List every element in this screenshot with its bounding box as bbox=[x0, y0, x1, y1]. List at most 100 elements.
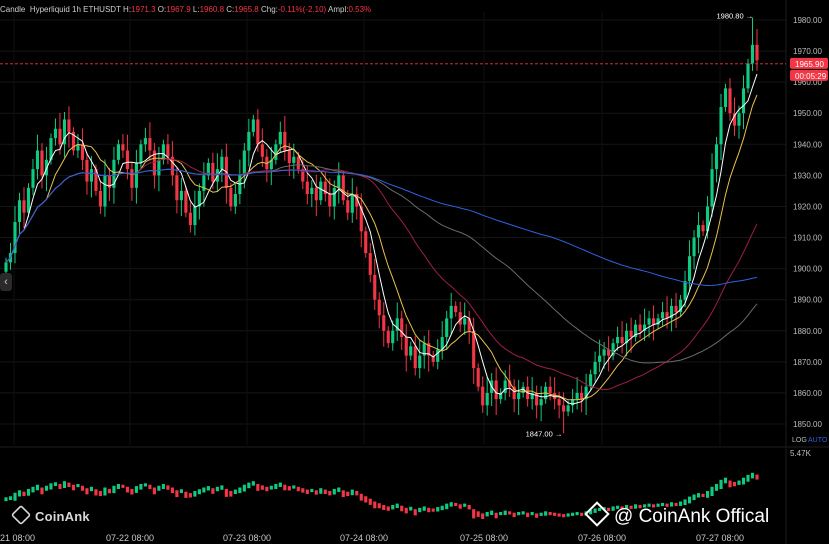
volume-bar bbox=[755, 474, 759, 480]
candle-body bbox=[85, 159, 89, 182]
coinank-logo-icon bbox=[10, 504, 32, 526]
volume-bar bbox=[705, 491, 710, 498]
volume-bar bbox=[116, 484, 120, 489]
current-price-label: 1965.90 bbox=[795, 60, 824, 69]
volume-bar bbox=[323, 489, 327, 494]
candle-body bbox=[692, 237, 696, 257]
candle-body bbox=[463, 318, 467, 325]
amplitude-value: 0.53% bbox=[348, 5, 372, 14]
x-tick-label: 07-22 08:00 bbox=[106, 533, 154, 543]
candle-body bbox=[247, 131, 251, 151]
volume-bar bbox=[503, 510, 507, 515]
candle-body bbox=[701, 225, 705, 232]
volume-bar bbox=[269, 485, 273, 490]
volume-bar bbox=[427, 507, 431, 513]
volume-bar bbox=[548, 512, 552, 516]
candle-body bbox=[737, 113, 741, 126]
candle-body bbox=[251, 119, 255, 132]
candle-body bbox=[130, 169, 134, 188]
candle-body bbox=[229, 187, 233, 207]
volume-bar bbox=[134, 486, 138, 493]
candle-body bbox=[53, 128, 58, 139]
candle-body bbox=[220, 156, 224, 170]
candle-body bbox=[89, 169, 94, 182]
y-tick-label: 1970.00 bbox=[793, 47, 822, 56]
volume-bar bbox=[728, 480, 732, 488]
volume-bar bbox=[355, 491, 359, 496]
volume-bar bbox=[229, 491, 233, 497]
ohlc-header: Candle Hyperliquid 1h ETHUSDT H:1971.3 O… bbox=[0, 5, 372, 14]
volume-bar bbox=[692, 494, 696, 501]
volume-bar bbox=[436, 507, 440, 512]
volume-bar bbox=[35, 484, 40, 491]
candle-body bbox=[445, 318, 449, 337]
candle-body bbox=[233, 194, 237, 207]
volume-bar bbox=[368, 498, 372, 505]
volume-bar bbox=[332, 488, 336, 495]
candle-body bbox=[80, 144, 85, 160]
candle-body bbox=[719, 107, 723, 145]
candle-body bbox=[476, 368, 480, 387]
volume-bar bbox=[274, 484, 278, 489]
volume-bar bbox=[364, 496, 368, 503]
candle-body bbox=[575, 392, 579, 400]
volume-bar bbox=[17, 490, 22, 497]
chart-type-label[interactable]: Candle bbox=[0, 5, 25, 14]
volume-bar bbox=[112, 485, 116, 494]
volume-bar bbox=[535, 513, 539, 518]
candle-body bbox=[683, 281, 687, 300]
candle-body bbox=[125, 150, 129, 170]
candle-body bbox=[454, 305, 458, 313]
candle-body bbox=[481, 386, 485, 406]
volume-bar bbox=[233, 489, 237, 494]
volume-bar bbox=[490, 510, 494, 515]
volume-bar bbox=[4, 497, 8, 502]
volume-bar bbox=[544, 511, 548, 516]
candle-body bbox=[67, 119, 71, 132]
candle-body bbox=[121, 144, 125, 151]
candle-body bbox=[517, 392, 521, 400]
candle-body bbox=[593, 361, 597, 375]
volume-bar bbox=[341, 490, 345, 498]
candle-body bbox=[674, 305, 678, 313]
volume-bar bbox=[62, 481, 67, 488]
volume-bar bbox=[418, 507, 422, 513]
candle-body bbox=[58, 128, 62, 145]
volume-bar bbox=[251, 481, 255, 486]
volume-bar bbox=[94, 489, 98, 496]
candle-body bbox=[161, 144, 165, 160]
volume-bar bbox=[76, 484, 80, 488]
scroll-left-button[interactable]: ‹ bbox=[0, 273, 12, 291]
candle-body bbox=[418, 355, 422, 369]
volume-bar bbox=[445, 503, 449, 510]
x-tick-label: 07-24 08:00 bbox=[340, 533, 388, 543]
candle-body bbox=[472, 330, 476, 369]
candle-body bbox=[31, 169, 35, 188]
volume-bar bbox=[737, 480, 741, 485]
volume-bar bbox=[157, 485, 161, 491]
volume-bar bbox=[161, 484, 165, 489]
volume-bar bbox=[71, 484, 76, 491]
y-tick-label: 1860.00 bbox=[793, 389, 822, 398]
volume-bar bbox=[8, 496, 13, 501]
candle-body bbox=[310, 187, 314, 195]
volume-bar bbox=[107, 488, 112, 494]
volume-bar bbox=[238, 487, 242, 494]
volume-bar bbox=[512, 512, 516, 518]
volume-bar bbox=[413, 509, 417, 516]
volume-bar bbox=[184, 491, 188, 498]
close-value: 1965.8 bbox=[234, 5, 259, 14]
candle-body bbox=[386, 330, 390, 344]
candle-body bbox=[629, 330, 633, 337]
candle-body bbox=[566, 405, 570, 412]
volume-bar bbox=[265, 486, 269, 492]
x-tick-label: 07-26 08:00 bbox=[578, 533, 626, 543]
volume-bar bbox=[166, 485, 170, 490]
candle-body bbox=[449, 305, 453, 319]
candlestick-chart[interactable]: 1850.00 1860.00 1870.00 1880.00 1890.00 1900.… bbox=[0, 0, 829, 544]
volume-bar bbox=[440, 505, 444, 511]
candle-body bbox=[602, 349, 606, 356]
volume-bar bbox=[400, 505, 404, 512]
volume-bar bbox=[386, 506, 390, 511]
volume-bar bbox=[562, 514, 566, 518]
